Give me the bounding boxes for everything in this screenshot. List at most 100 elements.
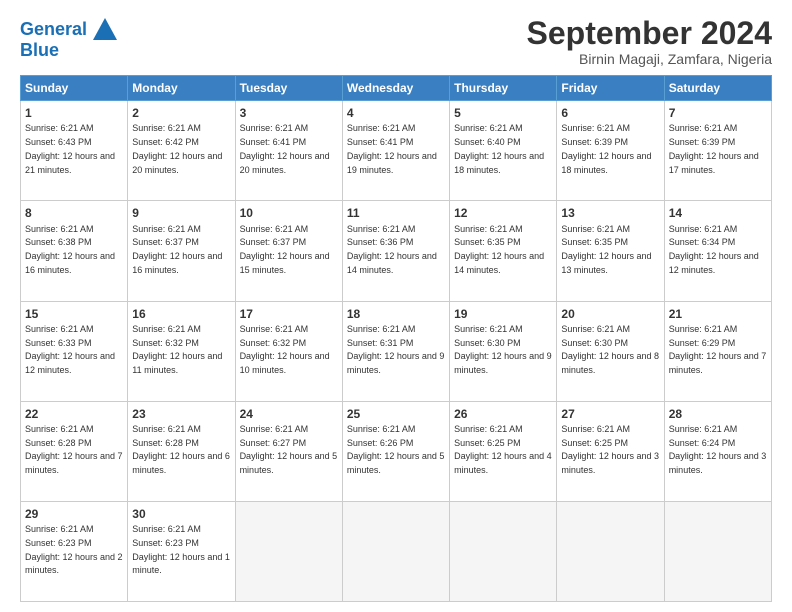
day-info: Sunrise: 6:21 AMSunset: 6:42 PMDaylight:…	[132, 123, 222, 174]
table-row: 20Sunrise: 6:21 AMSunset: 6:30 PMDayligh…	[557, 301, 664, 401]
day-number: 10	[240, 205, 338, 221]
day-number: 6	[561, 105, 659, 121]
day-info: Sunrise: 6:21 AMSunset: 6:25 PMDaylight:…	[561, 424, 659, 475]
calendar-week-row: 22Sunrise: 6:21 AMSunset: 6:28 PMDayligh…	[21, 401, 772, 501]
day-info: Sunrise: 6:21 AMSunset: 6:23 PMDaylight:…	[132, 524, 230, 575]
day-info: Sunrise: 6:21 AMSunset: 6:30 PMDaylight:…	[454, 324, 552, 375]
table-row: 22Sunrise: 6:21 AMSunset: 6:28 PMDayligh…	[21, 401, 128, 501]
calendar-week-row: 29Sunrise: 6:21 AMSunset: 6:23 PMDayligh…	[21, 501, 772, 601]
table-row: 13 Sunrise: 6:21 AMSunset: 6:35 PMDayligh…	[557, 201, 664, 301]
subtitle: Birnin Magaji, Zamfara, Nigeria	[527, 51, 772, 67]
day-number: 30	[132, 506, 230, 522]
calendar-week-row: 1 Sunrise: 6:21 AMSunset: 6:43 PMDaylight…	[21, 101, 772, 201]
table-row: 2 Sunrise: 6:21 AMSunset: 6:42 PMDaylight…	[128, 101, 235, 201]
table-row: 26 Sunrise: 6:21 AMSunset: 6:25 PMDayligh…	[450, 401, 557, 501]
table-row	[450, 501, 557, 601]
table-row: 23Sunrise: 6:21 AMSunset: 6:28 PMDayligh…	[128, 401, 235, 501]
day-number: 5	[454, 105, 552, 121]
month-title: September 2024	[527, 16, 772, 51]
table-row	[235, 501, 342, 601]
day-info: Sunrise: 6:21 AMSunset: 6:41 PMDaylight:…	[240, 123, 330, 174]
day-number: 18	[347, 306, 445, 322]
calendar-table: Sunday Monday Tuesday Wednesday Thursday…	[20, 75, 772, 602]
day-info: Sunrise: 6:21 AMSunset: 6:32 PMDaylight:…	[132, 324, 222, 375]
day-number: 4	[347, 105, 445, 121]
day-info: Sunrise: 6:21 AMSunset: 6:34 PMDaylight:…	[669, 224, 759, 275]
col-monday: Monday	[128, 76, 235, 101]
day-number: 16	[132, 306, 230, 322]
day-number: 11	[347, 205, 445, 221]
day-info: Sunrise: 6:21 AMSunset: 6:25 PMDaylight:…	[454, 424, 552, 475]
col-sunday: Sunday	[21, 76, 128, 101]
day-info: Sunrise: 6:21 AMSunset: 6:33 PMDaylight:…	[25, 324, 115, 375]
table-row: 4 Sunrise: 6:21 AMSunset: 6:41 PMDaylight…	[342, 101, 449, 201]
day-info: Sunrise: 6:21 AMSunset: 6:39 PMDaylight:…	[669, 123, 759, 174]
table-row: 27 Sunrise: 6:21 AMSunset: 6:25 PMDayligh…	[557, 401, 664, 501]
table-row: 16 Sunrise: 6:21 AMSunset: 6:32 PMDayligh…	[128, 301, 235, 401]
col-tuesday: Tuesday	[235, 76, 342, 101]
table-row: 15 Sunrise: 6:21 AMSunset: 6:33 PMDayligh…	[21, 301, 128, 401]
table-row	[342, 501, 449, 601]
day-info: Sunrise: 6:21 AMSunset: 6:37 PMDaylight:…	[240, 224, 330, 275]
day-info: Sunrise: 6:21 AMSunset: 6:43 PMDaylight:…	[25, 123, 115, 174]
table-row: 7 Sunrise: 6:21 AMSunset: 6:39 PMDaylight…	[664, 101, 771, 201]
day-info: Sunrise: 6:21 AMSunset: 6:41 PMDaylight:…	[347, 123, 437, 174]
col-friday: Friday	[557, 76, 664, 101]
day-number: 7	[669, 105, 767, 121]
table-row: 29Sunrise: 6:21 AMSunset: 6:23 PMDayligh…	[21, 501, 128, 601]
day-number: 3	[240, 105, 338, 121]
day-info: Sunrise: 6:21 AMSunset: 6:23 PMDaylight:…	[25, 524, 123, 575]
table-row: 6 Sunrise: 6:21 AMSunset: 6:39 PMDaylight…	[557, 101, 664, 201]
table-row: 12Sunrise: 6:21 AMSunset: 6:35 PMDayligh…	[450, 201, 557, 301]
table-row: 18Sunrise: 6:21 AMSunset: 6:31 PMDayligh…	[342, 301, 449, 401]
table-row: 25 Sunrise: 6:21 AMSunset: 6:26 PMDayligh…	[342, 401, 449, 501]
day-info: Sunrise: 6:21 AMSunset: 6:26 PMDaylight:…	[347, 424, 445, 475]
col-wednesday: Wednesday	[342, 76, 449, 101]
title-block: September 2024 Birnin Magaji, Zamfara, N…	[527, 16, 772, 67]
table-row: 9 Sunrise: 6:21 AMSunset: 6:37 PMDaylight…	[128, 201, 235, 301]
col-saturday: Saturday	[664, 76, 771, 101]
day-number: 2	[132, 105, 230, 121]
calendar-header-row: Sunday Monday Tuesday Wednesday Thursday…	[21, 76, 772, 101]
day-number: 23	[132, 406, 230, 422]
day-info: Sunrise: 6:21 AMSunset: 6:37 PMDaylight:…	[132, 224, 222, 275]
day-number: 15	[25, 306, 123, 322]
day-number: 1	[25, 105, 123, 121]
logo-icon	[91, 16, 119, 44]
day-number: 27	[561, 406, 659, 422]
table-row: 17 Sunrise: 6:21 AMSunset: 6:32 PMDayligh…	[235, 301, 342, 401]
day-number: 28	[669, 406, 767, 422]
day-info: Sunrise: 6:21 AMSunset: 6:40 PMDaylight:…	[454, 123, 544, 174]
day-number: 9	[132, 205, 230, 221]
table-row: 30 Sunrise: 6:21 AMSunset: 6:23 PMDayligh…	[128, 501, 235, 601]
table-row: 14 Sunrise: 6:21 AMSunset: 6:34 PMDayligh…	[664, 201, 771, 301]
table-row	[557, 501, 664, 601]
table-row: 19 Sunrise: 6:21 AMSunset: 6:30 PMDayligh…	[450, 301, 557, 401]
day-number: 14	[669, 205, 767, 221]
day-info: Sunrise: 6:21 AMSunset: 6:27 PMDaylight:…	[240, 424, 338, 475]
day-number: 13	[561, 205, 659, 221]
table-row: 11Sunrise: 6:21 AMSunset: 6:36 PMDayligh…	[342, 201, 449, 301]
table-row: 5 Sunrise: 6:21 AMSunset: 6:40 PMDaylight…	[450, 101, 557, 201]
page: General Blue September 2024 Birnin Magaj…	[0, 0, 792, 612]
day-number: 20	[561, 306, 659, 322]
table-row: 24Sunrise: 6:21 AMSunset: 6:27 PMDayligh…	[235, 401, 342, 501]
table-row: 8Sunrise: 6:21 AMSunset: 6:38 PMDaylight…	[21, 201, 128, 301]
table-row: 3 Sunrise: 6:21 AMSunset: 6:41 PMDaylight…	[235, 101, 342, 201]
day-info: Sunrise: 6:21 AMSunset: 6:35 PMDaylight:…	[561, 224, 651, 275]
day-info: Sunrise: 6:21 AMSunset: 6:39 PMDaylight:…	[561, 123, 651, 174]
logo: General Blue	[20, 16, 119, 61]
calendar-week-row: 15 Sunrise: 6:21 AMSunset: 6:33 PMDayligh…	[21, 301, 772, 401]
day-info: Sunrise: 6:21 AMSunset: 6:38 PMDaylight:…	[25, 224, 115, 275]
day-number: 26	[454, 406, 552, 422]
day-number: 17	[240, 306, 338, 322]
header: General Blue September 2024 Birnin Magaj…	[20, 16, 772, 67]
day-number: 19	[454, 306, 552, 322]
day-number: 25	[347, 406, 445, 422]
day-info: Sunrise: 6:21 AMSunset: 6:35 PMDaylight:…	[454, 224, 544, 275]
day-info: Sunrise: 6:21 AMSunset: 6:24 PMDaylight:…	[669, 424, 767, 475]
calendar-week-row: 8Sunrise: 6:21 AMSunset: 6:38 PMDaylight…	[21, 201, 772, 301]
day-info: Sunrise: 6:21 AMSunset: 6:32 PMDaylight:…	[240, 324, 330, 375]
col-thursday: Thursday	[450, 76, 557, 101]
day-number: 22	[25, 406, 123, 422]
